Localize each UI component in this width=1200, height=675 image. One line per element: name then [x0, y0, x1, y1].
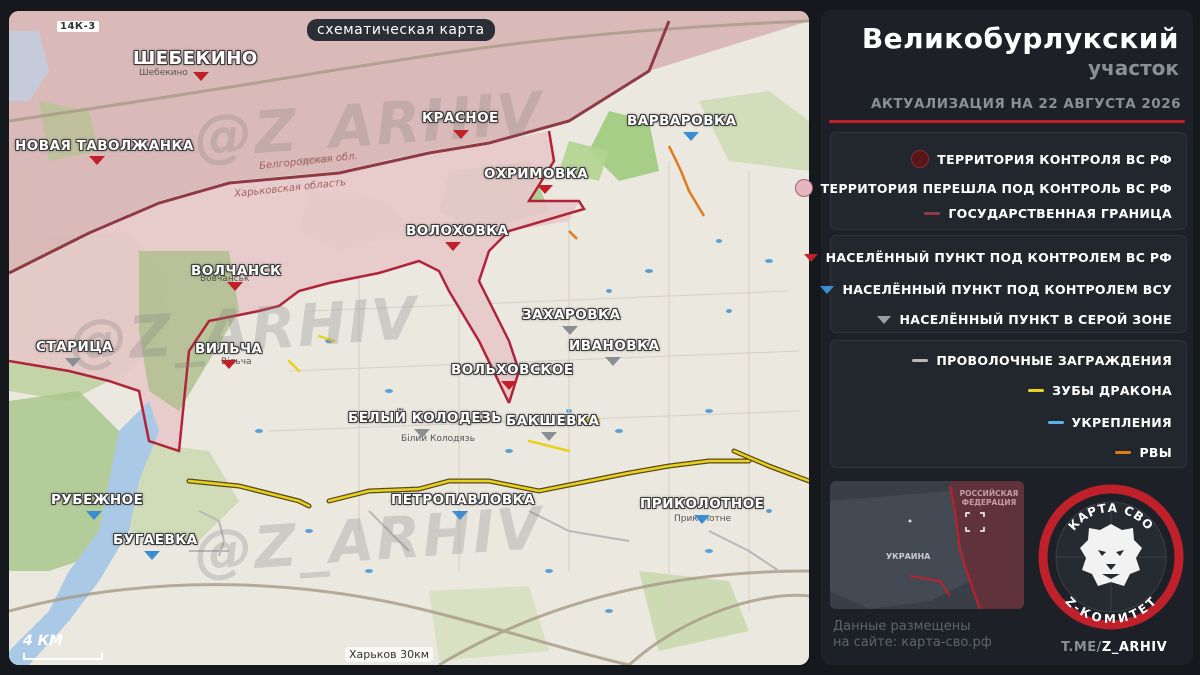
- legend-fortifications: ПРОВОЛОЧНЫЕ ЗАГРАЖДЕНИЯ ЗУБЫ ДРАКОНА УКР…: [830, 340, 1187, 468]
- legend-label: РВЫ: [1139, 445, 1172, 460]
- marker-gray-icon: [877, 315, 892, 324]
- legend-territory: ТЕРРИТОРИЯ КОНТРОЛЯ ВС РФ ТЕРРИТОРИЯ ПЕР…: [794, 132, 1187, 230]
- scale-bar: [23, 653, 103, 660]
- place-label[interactable]: БАКШЕВКА: [506, 413, 599, 429]
- telegram-handle: Z_ARHIV: [1101, 640, 1168, 655]
- small-label: Шебекино: [139, 68, 188, 78]
- marker-rf: [537, 185, 553, 194]
- info-panel: Великобурлукский участок АКТУАЛИЗАЦИЯ НА…: [794, 10, 1193, 665]
- legend-item: НАСЕЛЁННЫЙ ПУНКТ ПОД КОНТРОЛЕМ ВС РФ: [803, 250, 1172, 265]
- place-label[interactable]: БЕЛЫЙ КОЛОДЕЗЬ: [348, 410, 502, 426]
- fortification-icon: [1047, 421, 1064, 424]
- place-label[interactable]: ЗАХАРОВКА: [522, 307, 621, 323]
- legend-item: ТЕРРИТОРИЯ ПЕРЕШЛА ПОД КОНТРОЛЬ ВС РФ: [794, 179, 1172, 197]
- legend-label: ТЕРРИТОРИЯ ПЕРЕШЛА ПОД КОНТРОЛЬ ВС РФ: [820, 180, 1172, 196]
- place-label[interactable]: ВАРВАРОВКА: [627, 113, 737, 129]
- legend-label: НАСЕЛЁННЫЙ ПУНКТ ПОД КОНТРОЛЕМ ВСУ: [842, 282, 1172, 297]
- wire-icon: [912, 359, 929, 362]
- legend-item: ТЕРРИТОРИЯ КОНТРОЛЯ ВС РФ: [911, 150, 1172, 168]
- place-label[interactable]: ПРИКОЛОТНОЕ: [640, 496, 764, 512]
- place-label[interactable]: ВИЛЬЧА: [195, 341, 262, 357]
- marker-rf: [193, 72, 209, 81]
- swatch-icon: [911, 150, 930, 168]
- legend-item: ГОСУДАРСТВЕННАЯ ГРАНИЦА: [924, 206, 1172, 221]
- marker-gray: [65, 358, 81, 367]
- legend-label: ПРОВОЛОЧНЫЕ ЗАГРАЖДЕНИЯ: [936, 353, 1172, 368]
- legend-item: НАСЕЛЁННЫЙ ПУНКТ ПОД КОНТРОЛЕМ ВСУ: [820, 282, 1172, 297]
- swatch-icon: [794, 179, 813, 197]
- marker-ua: [86, 511, 102, 520]
- place-label[interactable]: ПЕТРОПАВЛОВКА: [391, 492, 535, 508]
- page-subtitle: участок: [1087, 56, 1179, 80]
- direction-label: Харьков 30км: [345, 647, 434, 662]
- border-line-icon: [924, 212, 941, 215]
- overview-minimap[interactable]: РОССИЙСКАЯ ФЕДЕРАЦИЯ УКРАИНА: [830, 481, 1024, 609]
- site-note: Данные размещены на сайте: карта-сво.рф: [833, 619, 992, 651]
- divider: [829, 120, 1185, 123]
- place-label[interactable]: БУГАЕВКА: [113, 532, 198, 548]
- telegram-prefix: T.ME/: [1061, 640, 1102, 655]
- marker-rf-icon: [803, 253, 818, 262]
- marker-ua: [683, 132, 699, 141]
- place-label[interactable]: ИВАНОВКА: [569, 338, 660, 354]
- marker-rf: [89, 156, 105, 165]
- marker-ua-icon: [820, 285, 835, 294]
- marker-gray: [541, 432, 557, 441]
- marker-rf: [445, 242, 461, 251]
- road-label: 14К-3: [57, 21, 99, 32]
- page-title: Великобурлукский: [861, 22, 1179, 55]
- marker-ua: [452, 511, 468, 520]
- place-label[interactable]: ШЕБЕКИНО: [133, 48, 258, 69]
- marker-rf: [227, 282, 243, 291]
- legend-label: НАСЕЛЁННЫЙ ПУНКТ В СЕРОЙ ЗОНЕ: [899, 312, 1172, 327]
- place-label[interactable]: НОВАЯ ТАВОЛЖАНКА: [15, 138, 194, 154]
- legend-label: УКРЕПЛЕНИЯ: [1071, 415, 1172, 430]
- logo-emblem: КАРТА СВО Z-КОМИТЕТ: [1038, 484, 1184, 630]
- site-line: Данные размещены: [833, 619, 971, 634]
- marker-rf: [221, 360, 237, 369]
- place-label[interactable]: РУБЕЖНОЕ: [51, 492, 143, 508]
- place-label[interactable]: ВОЛЬХОВСКОЕ: [451, 362, 574, 378]
- legend-label: ЗУБЫ ДРАКОНА: [1052, 383, 1172, 398]
- place-label[interactable]: КРАСНОЕ: [422, 110, 499, 126]
- marker-ua: [144, 551, 160, 560]
- marker-gray: [605, 357, 621, 366]
- legend-settlements: НАСЕЛЁННЫЙ ПУНКТ ПОД КОНТРОЛЕМ ВС РФ НАС…: [803, 235, 1187, 333]
- marker-gray: [562, 326, 578, 335]
- marker-rf: [501, 381, 517, 390]
- place-label[interactable]: ВОЛЧАНСК: [191, 263, 282, 279]
- legend-item: НАСЕЛЁННЫЙ ПУНКТ В СЕРОЙ ЗОНЕ: [877, 312, 1172, 327]
- legend-label: НАСЕЛЁННЫЙ ПУНКТ ПОД КОНТРОЛЕМ ВС РФ: [825, 250, 1172, 265]
- legend-label: ГОСУДАРСТВЕННАЯ ГРАНИЦА: [948, 206, 1172, 221]
- marker-gray: [414, 429, 430, 438]
- small-label: Білий Колодязь: [401, 434, 475, 444]
- legend-item: УКРЕПЛЕНИЯ: [1047, 415, 1173, 430]
- place-label[interactable]: ОХРИМОВКА: [484, 166, 588, 182]
- marker-ua: [694, 515, 710, 524]
- minimap-label: РОССИЙСКАЯ ФЕДЕРАЦИЯ: [959, 489, 1019, 507]
- legend-item: ЗУБЫ ДРАКОНА: [1028, 383, 1172, 398]
- map-type-chip: схематическая карта: [307, 19, 495, 41]
- minimap-label: УКРАИНА: [886, 552, 931, 561]
- legend-item: РВЫ: [1115, 445, 1172, 460]
- dragon-teeth-icon: [1028, 389, 1045, 392]
- legend-label: ТЕРРИТОРИЯ КОНТРОЛЯ ВС РФ: [937, 151, 1172, 167]
- map-area[interactable]: схематическая карта 14К-3 @Z_ARHIV @Z_AR…: [9, 11, 809, 665]
- place-label[interactable]: ВОЛОХОВКА: [406, 223, 509, 239]
- ditch-icon: [1115, 451, 1132, 454]
- place-label[interactable]: СТАРИЦА: [36, 339, 113, 355]
- site-link[interactable]: на сайте: карта-сво.рф: [833, 635, 992, 651]
- legend-item: ПРОВОЛОЧНЫЕ ЗАГРАЖДЕНИЯ: [912, 353, 1172, 368]
- scale-label: 4 КМ: [23, 633, 63, 649]
- actualization-date: АКТУАЛИЗАЦИЯ НА 22 АВГУСТА 2026: [870, 96, 1181, 112]
- telegram-link[interactable]: T.ME/Z_ARHIV: [1061, 640, 1167, 655]
- marker-rf: [453, 130, 469, 139]
